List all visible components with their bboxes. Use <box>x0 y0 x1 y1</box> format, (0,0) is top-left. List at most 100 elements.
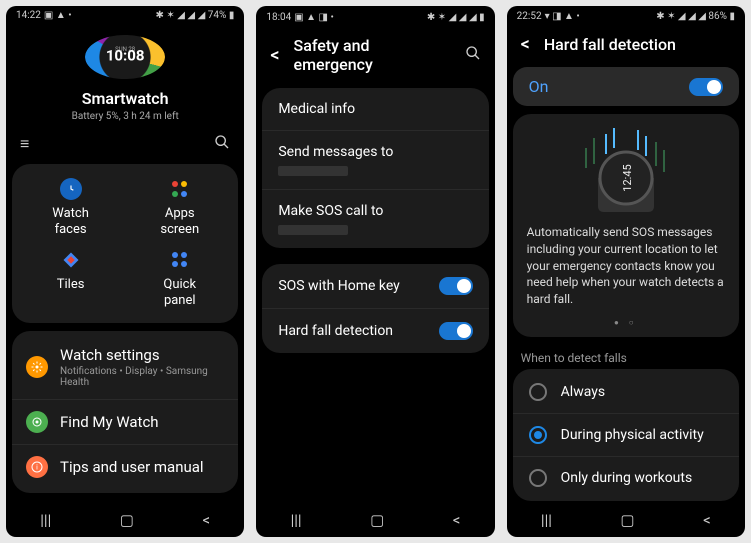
page-title: Hard fall detection <box>544 35 676 54</box>
redacted-value <box>278 166 348 176</box>
row-subtitle: Notifications • Display • Samsung Health <box>60 366 224 388</box>
gear-icon <box>26 356 48 378</box>
statusbar: 22:52 ▾ ◨ ▲ • ✱ ✶ ◢ ◢ ◢ 86% ▮ <box>507 6 745 26</box>
navbar: ||| ▢ < <box>6 501 244 537</box>
nav-back[interactable]: < <box>453 511 461 529</box>
row-label: Send messages to <box>278 144 393 160</box>
row-send-messages[interactable]: Send messages to <box>262 131 488 190</box>
row-label: Make SOS call to <box>278 203 383 219</box>
row-label: Medical info <box>278 101 355 117</box>
watch-time-illus: 12:45 <box>621 164 634 191</box>
radio-only-workouts[interactable]: Only during workouts <box>513 457 739 499</box>
toggle-hard-fall[interactable] <box>439 322 473 340</box>
row-sos-call[interactable]: Make SOS call to <box>262 190 488 248</box>
menu-icon[interactable]: ≡ <box>20 134 29 154</box>
tiles-card: Watch faces Apps screen Tiles <box>12 164 238 323</box>
tile-label: Quick <box>163 277 196 293</box>
description: Automatically send SOS messages includin… <box>527 224 725 308</box>
apps-icon <box>169 178 191 200</box>
row-medical-info[interactable]: Medical info <box>262 88 488 131</box>
row-title: Find My Watch <box>60 413 159 431</box>
page-header: < Safety and emergency <box>256 28 494 82</box>
row-sos-home[interactable]: SOS with Home key <box>262 264 488 309</box>
radio-always[interactable]: Always <box>513 371 739 414</box>
status-notif-icons: ▾ ◨ ▲ • <box>545 11 580 22</box>
clock-icon <box>60 178 82 200</box>
radio-icon <box>529 426 547 444</box>
tile-watch-faces[interactable]: Watch faces <box>16 178 125 239</box>
info-section: Medical info Send messages to Make SOS c… <box>262 88 488 248</box>
back-icon[interactable]: < <box>270 45 279 66</box>
radio-options: Always During physical activity Only dur… <box>513 369 739 501</box>
row-hard-fall[interactable]: Hard fall detection <box>262 309 488 353</box>
navbar: ||| ▢ < <box>256 501 494 537</box>
nav-back[interactable]: < <box>202 511 210 529</box>
row-watch-settings[interactable]: Watch settings Notifications • Display •… <box>12 335 238 400</box>
tile-label: faces <box>55 222 87 238</box>
info-card: 12:45 Automatically send SOS messages in… <box>513 114 739 337</box>
nav-recents[interactable]: ||| <box>291 511 302 529</box>
nav-home[interactable]: ▢ <box>620 511 634 529</box>
row-label: SOS with Home key <box>278 278 399 294</box>
radio-icon <box>529 383 547 401</box>
nav-recents[interactable]: ||| <box>541 511 552 529</box>
status-system-icons: ✱ ✶ ◢ ◢ ◢ 74% ▮ <box>156 10 235 21</box>
status-notif-icons: ▣ ▲ • <box>44 10 72 21</box>
navbar: ||| ▢ < <box>507 501 745 537</box>
watchface-time: 10:08 <box>106 47 145 65</box>
tile-label: Apps <box>165 206 195 222</box>
location-icon <box>26 411 48 433</box>
screen-hard-fall: 22:52 ▾ ◨ ▲ • ✱ ✶ ◢ ◢ ◢ 86% ▮ < Hard fal… <box>507 6 745 537</box>
search-icon[interactable] <box>214 134 230 154</box>
page-title: Safety and emergency <box>294 36 437 74</box>
nav-recents[interactable]: ||| <box>40 511 51 529</box>
radio-during-physical[interactable]: During physical activity <box>513 414 739 457</box>
redacted-value <box>278 225 348 235</box>
radio-label: Only during workouts <box>561 470 693 486</box>
tile-tiles[interactable]: Tiles <box>16 249 125 310</box>
statusbar: 14:22 ▣ ▲ • ✱ ✶ ◢ ◢ ◢ 74% ▮ <box>6 6 244 25</box>
nav-back[interactable]: < <box>703 511 711 529</box>
back-icon[interactable]: < <box>521 34 530 55</box>
toggle-sos-home[interactable] <box>439 277 473 295</box>
toolbar: ≡ <box>6 134 244 164</box>
tile-label: Watch <box>52 206 89 222</box>
row-find-watch[interactable]: Find My Watch <box>12 400 238 445</box>
quick-panel-icon <box>169 249 191 271</box>
toggle-master[interactable] <box>689 78 723 96</box>
device-name: Smartwatch <box>6 89 244 108</box>
page-indicator: ● ○ <box>527 318 725 327</box>
row-tips[interactable]: i Tips and user manual <box>12 445 238 489</box>
tile-quick-panel[interactable]: Quick panel <box>125 249 234 310</box>
tiles-icon <box>60 249 82 271</box>
page-header: < Hard fall detection <box>507 26 745 63</box>
row-title: Watch settings <box>60 346 224 364</box>
watchface-preview[interactable]: SUN 28 10:08 <box>85 35 165 79</box>
tile-label: screen <box>160 222 199 238</box>
watch-illustration: 12:45 <box>527 128 725 212</box>
search-icon[interactable] <box>465 45 481 65</box>
radio-label: During physical activity <box>561 427 704 443</box>
status-system-icons: ✱ ✶ ◢ ◢ ◢ ▮ <box>427 12 485 23</box>
on-label: On <box>529 77 549 96</box>
nav-home[interactable]: ▢ <box>120 511 134 529</box>
tile-label: Tiles <box>57 277 85 293</box>
screen-safety-emergency: 18:04 ▣ ▲ ◨ • ✱ ✶ ◢ ◢ ◢ ▮ < Safety and e… <box>256 6 494 537</box>
nav-home[interactable]: ▢ <box>370 511 384 529</box>
battery-status: Battery 5%, 3 h 24 m left <box>6 111 244 122</box>
svg-text:i: i <box>36 464 38 472</box>
radio-label: Always <box>561 384 605 400</box>
statusbar: 18:04 ▣ ▲ ◨ • ✱ ✶ ◢ ◢ ◢ ▮ <box>256 6 494 28</box>
tile-label: panel <box>164 293 196 309</box>
row-title: Tips and user manual <box>60 458 204 476</box>
radio-icon <box>529 469 547 487</box>
tile-apps-screen[interactable]: Apps screen <box>125 178 234 239</box>
master-toggle-row[interactable]: On <box>513 67 739 106</box>
settings-list: Watch settings Notifications • Display •… <box>12 331 238 493</box>
status-system-icons: ✱ ✶ ◢ ◢ ◢ 86% ▮ <box>656 11 735 22</box>
status-time: 18:04 <box>266 12 291 23</box>
status-time: 14:22 <box>16 10 41 21</box>
status-notif-icons: ▣ ▲ ◨ • <box>294 12 334 23</box>
row-label: Hard fall detection <box>278 323 393 339</box>
toggles-section: SOS with Home key Hard fall detection <box>262 264 488 353</box>
